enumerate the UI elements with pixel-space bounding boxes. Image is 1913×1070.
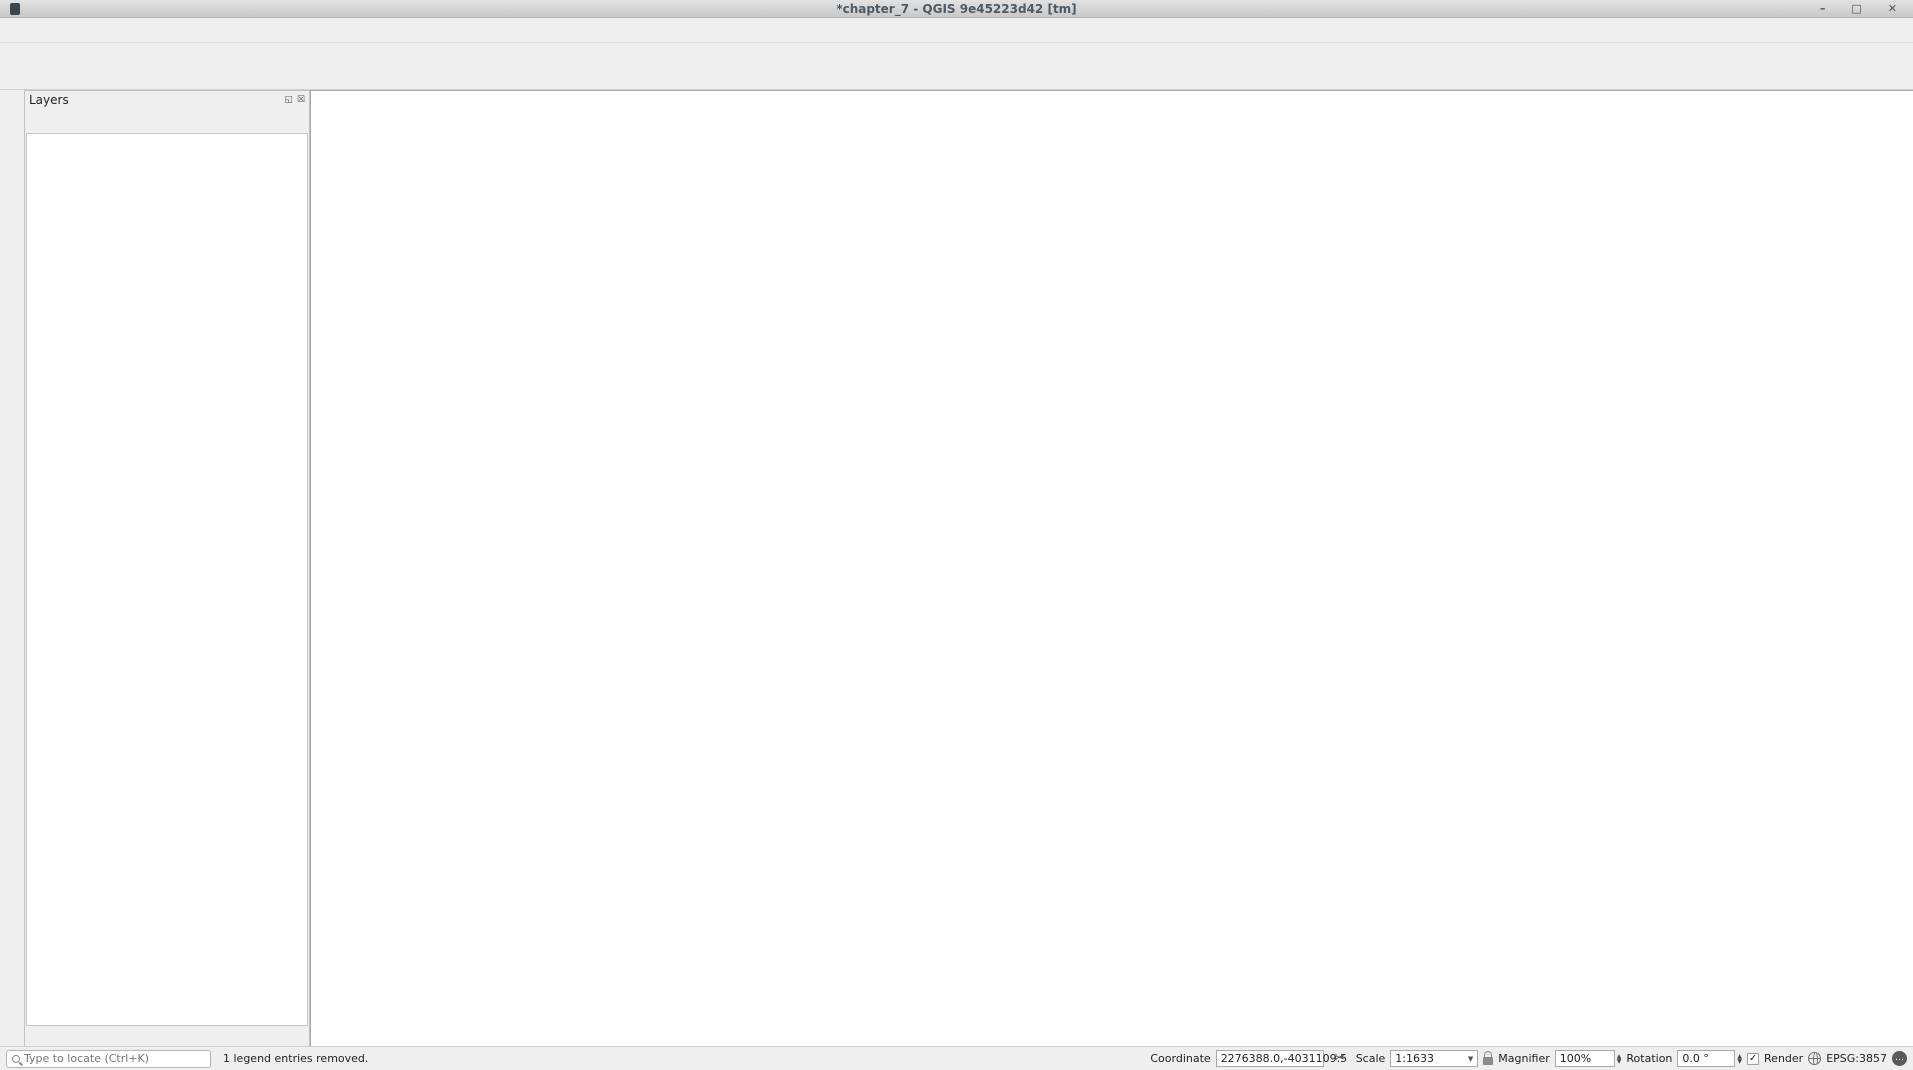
coordinate-label: Coordinate (1150, 1052, 1210, 1065)
locate-input[interactable] (24, 1052, 205, 1065)
spinner-arrows-icon[interactable]: ▲▼ (1617, 1054, 1622, 1064)
status-message: 1 legend entries removed. (223, 1052, 368, 1065)
locator-bar[interactable] (6, 1050, 211, 1068)
scale-label: Scale (1356, 1052, 1386, 1065)
minimize-button[interactable]: – (1820, 4, 1826, 14)
rotation-value: 0.0 ° (1677, 1050, 1735, 1067)
layers-panel: Layers ◱ ☒ (24, 90, 310, 1046)
toggle-extents-icon[interactable]: ✂ (1329, 1048, 1351, 1070)
chevron-down-icon: ▼ (1468, 1055, 1473, 1063)
toolbar-main (0, 42, 1913, 66)
layers-panel-title: Layers (29, 93, 69, 107)
render-checkbox[interactable]: ✓ (1747, 1053, 1759, 1065)
scale-value: 1:1633 (1395, 1052, 1434, 1065)
rotation-label: Rotation (1626, 1052, 1672, 1065)
map-canvas[interactable] (310, 90, 1913, 1046)
render-label: Render (1764, 1052, 1803, 1065)
title-bar: *chapter_7 - QGIS 9e45223d42 [tm] – □ ✕ (0, 0, 1913, 18)
magnifier-value: 100% (1555, 1050, 1615, 1067)
crs-globe-icon[interactable] (1808, 1052, 1821, 1065)
window-title: *chapter_7 - QGIS 9e45223d42 [tm] (0, 2, 1913, 16)
status-bar: 1 legend entries removed. Coordinate 227… (0, 1046, 1913, 1070)
magnifier-label: Magnifier (1498, 1052, 1549, 1065)
menu-bar (0, 18, 1913, 42)
maximize-button[interactable]: □ (1851, 4, 1861, 14)
panel-float-icon[interactable]: ◱ (284, 95, 293, 105)
rotation-spinbox[interactable]: 0.0 ° ▲▼ (1677, 1050, 1742, 1067)
messages-icon[interactable]: … (1892, 1051, 1907, 1066)
close-button[interactable]: ✕ (1888, 4, 1897, 14)
panel-tabs (25, 1026, 309, 1046)
layers-panel-toolbar (25, 109, 309, 133)
toolbar-digitizing (0, 66, 1913, 90)
spinner-arrows-icon[interactable]: ▲▼ (1737, 1054, 1742, 1064)
layer-tree (26, 133, 308, 1026)
coordinate-input[interactable]: 2276388.0,-4031109.5 (1216, 1050, 1324, 1067)
crs-value[interactable]: EPSG:3857 (1826, 1052, 1887, 1065)
lock-scale-icon[interactable] (1483, 1057, 1493, 1065)
panel-close-icon[interactable]: ☒ (297, 95, 305, 105)
search-icon (12, 1055, 20, 1063)
left-dock-strip (0, 90, 24, 1046)
scale-combobox[interactable]: 1:1633 ▼ (1390, 1050, 1478, 1067)
magnifier-spinbox[interactable]: 100% ▲▼ (1555, 1050, 1622, 1067)
